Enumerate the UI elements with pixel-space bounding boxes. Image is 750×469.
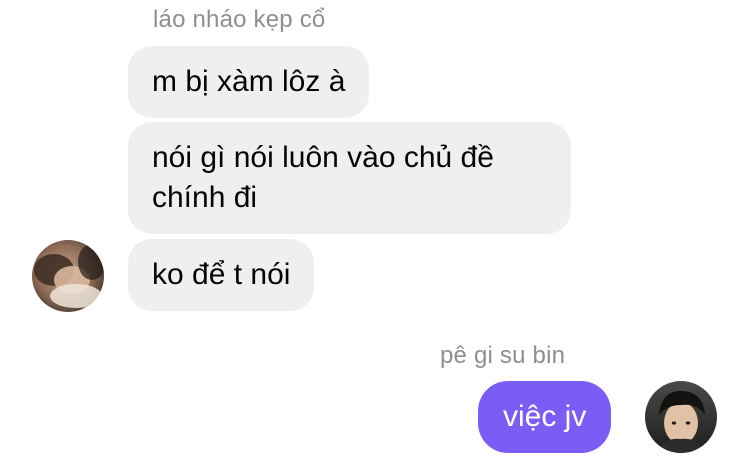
incoming-sender-name: láo nháo kẹp cổ <box>153 6 326 33</box>
incoming-message-bubble[interactable]: ko để t nói <box>128 239 315 311</box>
outgoing-message-bubble[interactable]: việc jv <box>478 381 612 453</box>
incoming-message-bubble[interactable]: m bị xàm lôz à <box>128 46 370 118</box>
contact-avatar-photo-icon[interactable] <box>32 240 104 312</box>
outgoing-sender-name: pê gi su bin <box>440 342 566 369</box>
own-avatar-photo-icon[interactable] <box>645 381 717 453</box>
incoming-message-bubble[interactable]: nói gì nói luôn vào chủ đề chính đi <box>128 122 571 234</box>
